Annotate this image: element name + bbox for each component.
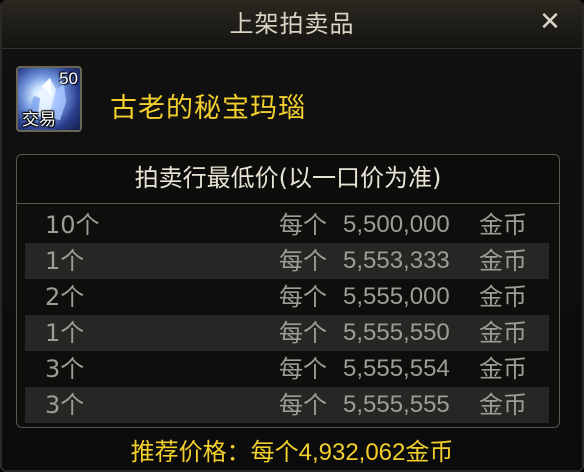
price-row[interactable]: 3个 每个 5,555,554 金币	[25, 351, 549, 387]
recommend-unit: 金币	[405, 438, 454, 466]
row-quantity: 3个	[45, 355, 85, 383]
recommend-price-value: 4,932,062	[298, 439, 406, 466]
recommend-label: 推荐价格：每个	[130, 438, 299, 466]
row-quantity: 10个	[45, 211, 100, 239]
dialog-title: 上架拍卖品	[2, 2, 582, 49]
row-unit: 金币	[479, 355, 527, 383]
price-row[interactable]: 1个 每个 5,553,333 金币	[25, 243, 549, 279]
item-trade-tag: 交易	[22, 110, 56, 130]
price-row[interactable]: 10个 每个 5,500,000 金币	[25, 207, 549, 243]
row-each-label: 每个	[279, 283, 327, 311]
row-quantity: 2个	[45, 283, 85, 311]
row-unit: 金币	[479, 319, 527, 347]
row-unit: 金币	[479, 391, 527, 419]
recommended-price: 推荐价格：每个4,932,062金币	[2, 432, 582, 467]
row-price: 5,553,333	[343, 247, 450, 274]
crystal-item-icon[interactable]: 50 交易	[16, 66, 82, 132]
price-row[interactable]: 1个 每个 5,555,550 金币	[25, 315, 549, 351]
row-unit: 金币	[479, 211, 527, 239]
row-unit: 金币	[479, 247, 527, 275]
row-each-label: 每个	[279, 391, 327, 419]
item-level: 50	[59, 69, 78, 88]
row-each-label: 每个	[279, 211, 327, 239]
row-each-label: 每个	[279, 355, 327, 383]
price-table: 拍卖行最低价(以一口价为准) 10个 每个 5,500,000 金币 1个 每个…	[16, 154, 560, 428]
price-row[interactable]: 3个 每个 5,555,555 金币	[25, 387, 549, 423]
row-quantity: 3个	[45, 391, 85, 419]
close-icon[interactable]: ✕	[536, 8, 564, 36]
row-quantity: 1个	[45, 319, 85, 347]
row-each-label: 每个	[279, 247, 327, 275]
item-info: 50 交易 古老的秘宝玛瑙	[16, 66, 556, 136]
row-unit: 金币	[479, 283, 527, 311]
price-rows: 10个 每个 5,500,000 金币 1个 每个 5,553,333 金币 2…	[25, 207, 549, 423]
row-price: 5,500,000	[343, 211, 450, 238]
row-each-label: 每个	[279, 319, 327, 347]
row-price: 5,555,000	[343, 283, 450, 310]
row-price: 5,555,550	[343, 319, 450, 346]
price-row[interactable]: 2个 每个 5,555,000 金币	[25, 279, 549, 315]
row-quantity: 1个	[45, 247, 85, 275]
item-name: 古老的秘宝玛瑙	[110, 93, 306, 124]
sell-auction-dialog: 上架拍卖品 ✕ 50 交易 古老的秘宝玛瑙 拍卖行最低价(以一口价为准) 10个…	[0, 0, 584, 472]
price-table-header: 拍卖行最低价(以一口价为准)	[17, 155, 559, 204]
row-price: 5,555,554	[343, 355, 450, 382]
row-price: 5,555,555	[343, 391, 450, 418]
